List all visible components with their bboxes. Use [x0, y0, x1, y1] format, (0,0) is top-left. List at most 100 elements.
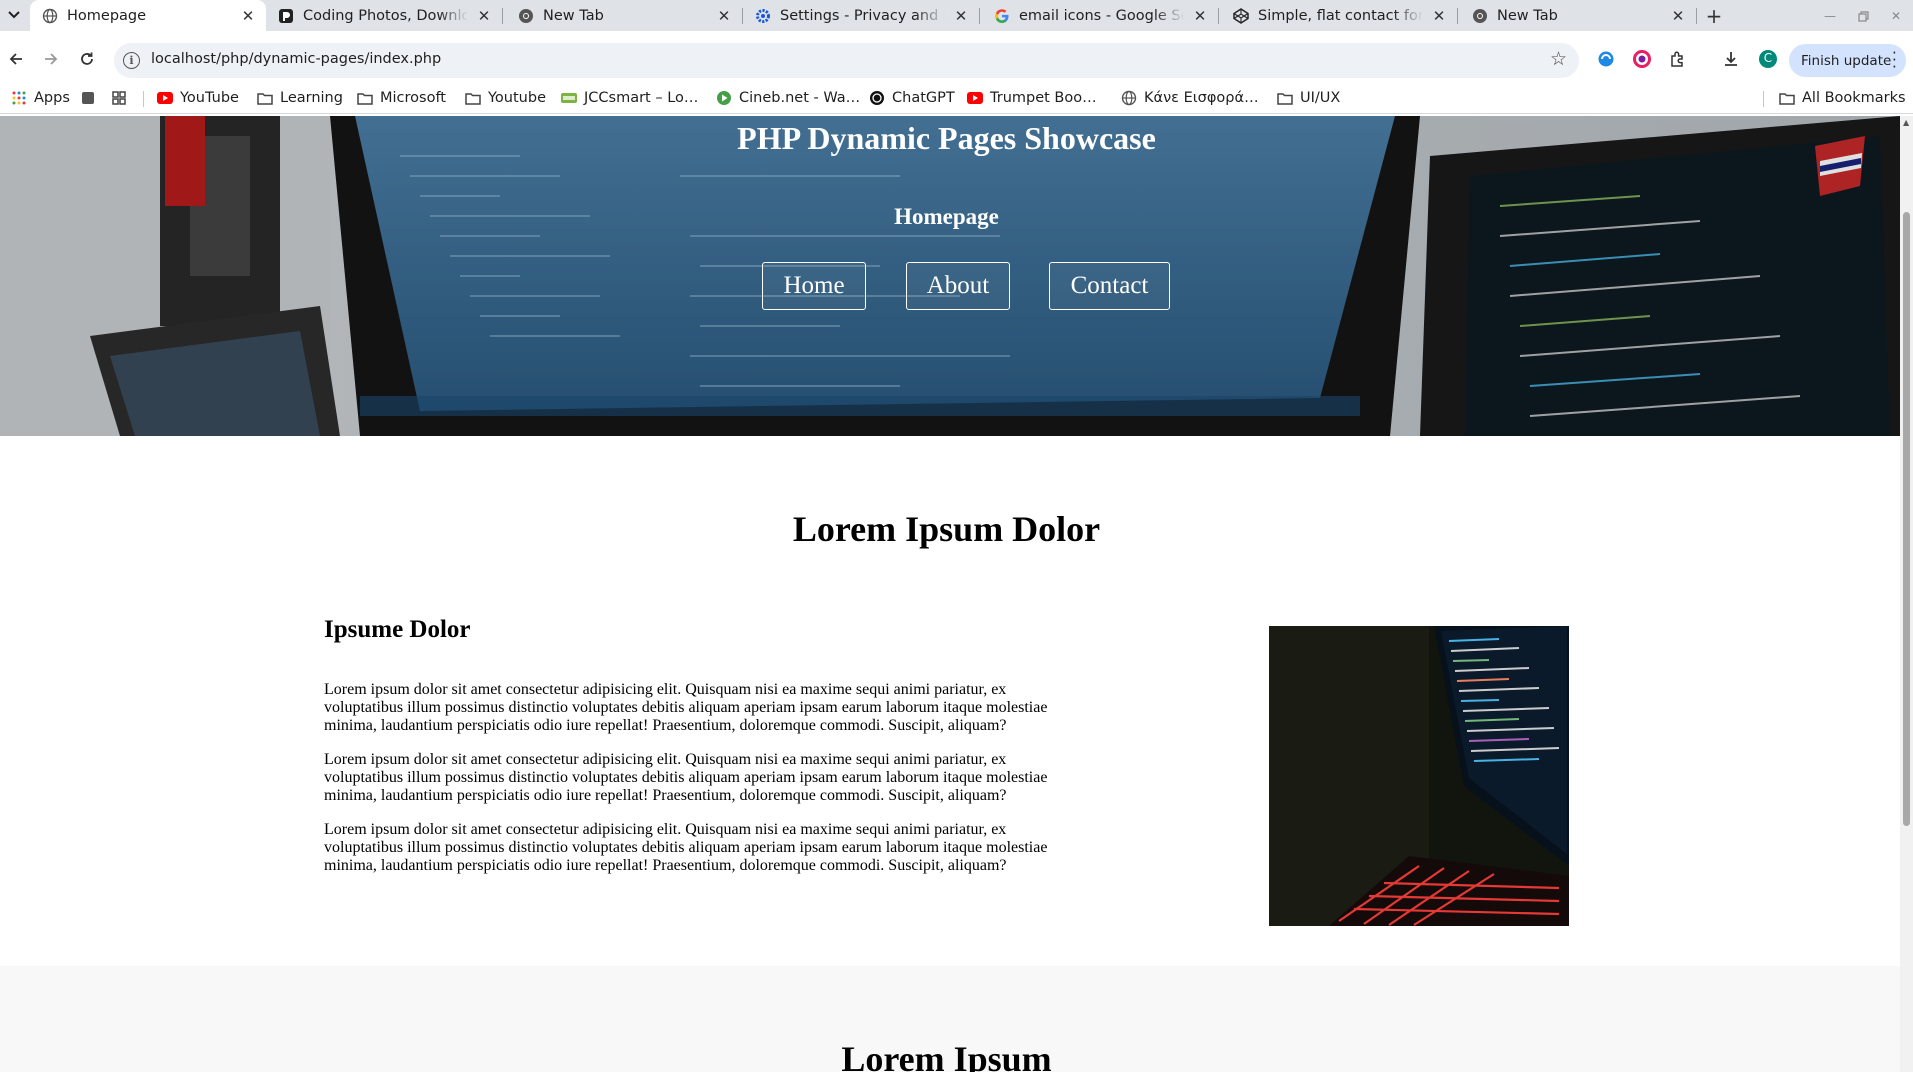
url-text[interactable]: localhost/php/dynamic-pages/index.php — [151, 51, 441, 67]
tab-contact-form[interactable]: Simple, flat contact form ✕ — [1221, 0, 1458, 31]
close-tab-icon[interactable]: ✕ — [951, 6, 971, 26]
bookmark-chatgpt[interactable]: ChatGPT — [869, 87, 955, 109]
bookmark-extension[interactable] — [80, 87, 103, 109]
bookmark-label: Learning — [280, 90, 343, 106]
content-paragraph: Lorem ipsum dolor sit amet consectetur a… — [324, 821, 1048, 874]
page-subtitle: Homepage — [894, 204, 999, 229]
close-tab-icon[interactable]: ✕ — [1668, 6, 1688, 26]
finish-update-button[interactable]: Finish update · · · — [1789, 44, 1906, 77]
all-bookmarks-button[interactable]: All Bookmarks — [1779, 87, 1906, 109]
tab-title: Settings - Privacy and sec — [780, 7, 945, 24]
arrow-right-icon — [45, 53, 58, 65]
bookmark-label: Youtube — [488, 90, 546, 106]
extension-square-icon — [80, 90, 96, 106]
content-paragraph: Lorem ipsum dolor sit amet consectetur a… — [324, 751, 1048, 804]
forward-button[interactable] — [37, 45, 65, 73]
globe-icon — [1121, 90, 1137, 106]
folder-icon — [465, 90, 481, 106]
tab-new-tab-2[interactable]: New Tab ✕ — [1460, 0, 1697, 31]
content-paragraph: Lorem ipsum dolor sit amet consectetur a… — [324, 681, 1048, 734]
tab-new-tab[interactable]: New Tab ✕ — [506, 0, 743, 31]
jcc-icon — [561, 90, 577, 106]
tab-google-search[interactable]: email icons - Google Sear ✕ — [982, 0, 1219, 31]
nav-about-link[interactable]: About — [906, 262, 1010, 310]
bookmark-label: UI/UX — [1300, 90, 1341, 106]
bookmark-youtube[interactable]: YouTube — [157, 87, 239, 109]
downloads-icon[interactable] — [1721, 49, 1741, 69]
nav-contact-link[interactable]: Contact — [1049, 262, 1170, 310]
close-icon: ✕ — [1890, 9, 1902, 23]
bookmark-jccsmart[interactable]: JCCsmart – Lo… — [561, 87, 698, 109]
bookmark-label: ChatGPT — [892, 90, 955, 106]
more-menu-icon[interactable]: · · · — [1892, 46, 1897, 75]
tab-settings[interactable]: Settings - Privacy and sec ✕ — [743, 0, 980, 31]
tab-title: Simple, flat contact form — [1258, 7, 1423, 24]
section-title: Lorem Ipsum Dolor — [792, 509, 1101, 549]
bookmark-label: YouTube — [180, 90, 239, 106]
close-tab-icon[interactable]: ✕ — [238, 6, 258, 26]
bookmark-apps[interactable]: Apps — [11, 87, 70, 109]
extension-translate-icon[interactable] — [1596, 49, 1616, 69]
settings-gear-icon — [755, 8, 771, 24]
new-tab-button[interactable]: + — [1702, 4, 1726, 28]
bookmarks-bar: Apps YouTube Learning Microsoft Youtube … — [0, 82, 1913, 114]
profile-avatar[interactable]: C — [1758, 49, 1778, 69]
youtube-icon — [967, 90, 983, 106]
bookmark-folder-youtube[interactable]: Youtube — [465, 87, 546, 109]
arrow-left-icon — [9, 53, 22, 65]
codepen-icon — [1233, 7, 1249, 24]
bookmark-trumpet[interactable]: Trumpet Boo… — [967, 87, 1097, 109]
restore-window-button[interactable] — [1853, 6, 1873, 26]
tab-coding-photos[interactable]: Coding Photos, Downloa ✕ — [266, 0, 503, 31]
all-bookmarks-label: All Bookmarks — [1802, 90, 1906, 106]
tab-homepage[interactable]: Homepage ✕ — [30, 0, 266, 31]
close-tab-icon[interactable]: ✕ — [714, 6, 734, 26]
content-heading: Ipsume Dolor — [324, 616, 471, 643]
bookmark-eisfora[interactable]: Κάνε Εισφορά… — [1121, 87, 1259, 109]
minimize-window-button[interactable]: — — [1820, 6, 1840, 26]
tab-title: email icons - Google Sear — [1019, 7, 1184, 24]
close-window-button[interactable]: ✕ — [1886, 6, 1906, 26]
dashboard-icon — [111, 90, 127, 106]
site-info-icon[interactable]: i — [123, 52, 140, 69]
nav-home-link[interactable]: Home — [762, 262, 866, 310]
scroll-up-arrow-icon[interactable]: ▲ — [1903, 118, 1909, 127]
bookmark-folder-learning[interactable]: Learning — [257, 87, 343, 109]
extension-color-picker-icon[interactable] — [1632, 49, 1652, 69]
laptop-code-image — [1269, 626, 1569, 926]
chevron-down-icon — [8, 11, 20, 19]
site-title: PHP Dynamic Pages Showcase — [737, 120, 1156, 156]
bookmark-folder-microsoft[interactable]: Microsoft — [357, 87, 446, 109]
reload-icon — [81, 52, 93, 65]
address-bar[interactable]: i localhost/php/dynamic-pages/index.php … — [114, 43, 1579, 78]
folder-icon — [257, 90, 273, 106]
google-icon — [994, 8, 1010, 24]
restore-icon — [1857, 10, 1869, 22]
tab-title: Homepage — [67, 7, 147, 24]
bookmark-folder-uiux[interactable]: UI/UX — [1277, 87, 1340, 109]
close-tab-icon[interactable]: ✕ — [1190, 6, 1210, 26]
plus-icon: + — [1705, 4, 1723, 28]
tab-search-button[interactable] — [3, 4, 25, 26]
extensions-puzzle-icon[interactable] — [1668, 49, 1688, 69]
chrome-icon — [1472, 8, 1488, 24]
scrollbar-thumb[interactable] — [1903, 212, 1910, 826]
reload-button[interactable] — [73, 45, 101, 73]
finish-update-label: Finish update — [1801, 52, 1892, 69]
close-tab-icon[interactable]: ✕ — [474, 6, 494, 26]
youtube-icon — [157, 90, 173, 106]
close-tab-icon[interactable]: ✕ — [1429, 6, 1449, 26]
minimize-icon: — — [1824, 9, 1836, 23]
page-scrollbar[interactable]: ▲ — [1900, 116, 1913, 1072]
chrome-icon — [518, 8, 534, 24]
profile-initial: C — [1763, 51, 1773, 65]
hero-banner: PHP Dynamic Pages Showcase Homepage Home… — [0, 116, 1900, 436]
bookmark-cineb[interactable]: Cineb.net - Wa… — [716, 87, 860, 109]
bookmark-label: Apps — [34, 90, 70, 106]
bookmark-dashboard[interactable] — [111, 87, 134, 109]
pexels-icon — [278, 8, 294, 24]
bookmark-label: JCCsmart – Lo… — [584, 90, 699, 106]
bookmark-star-icon[interactable]: ☆ — [1550, 48, 1567, 70]
back-button[interactable] — [2, 45, 30, 73]
folder-icon — [357, 90, 373, 106]
